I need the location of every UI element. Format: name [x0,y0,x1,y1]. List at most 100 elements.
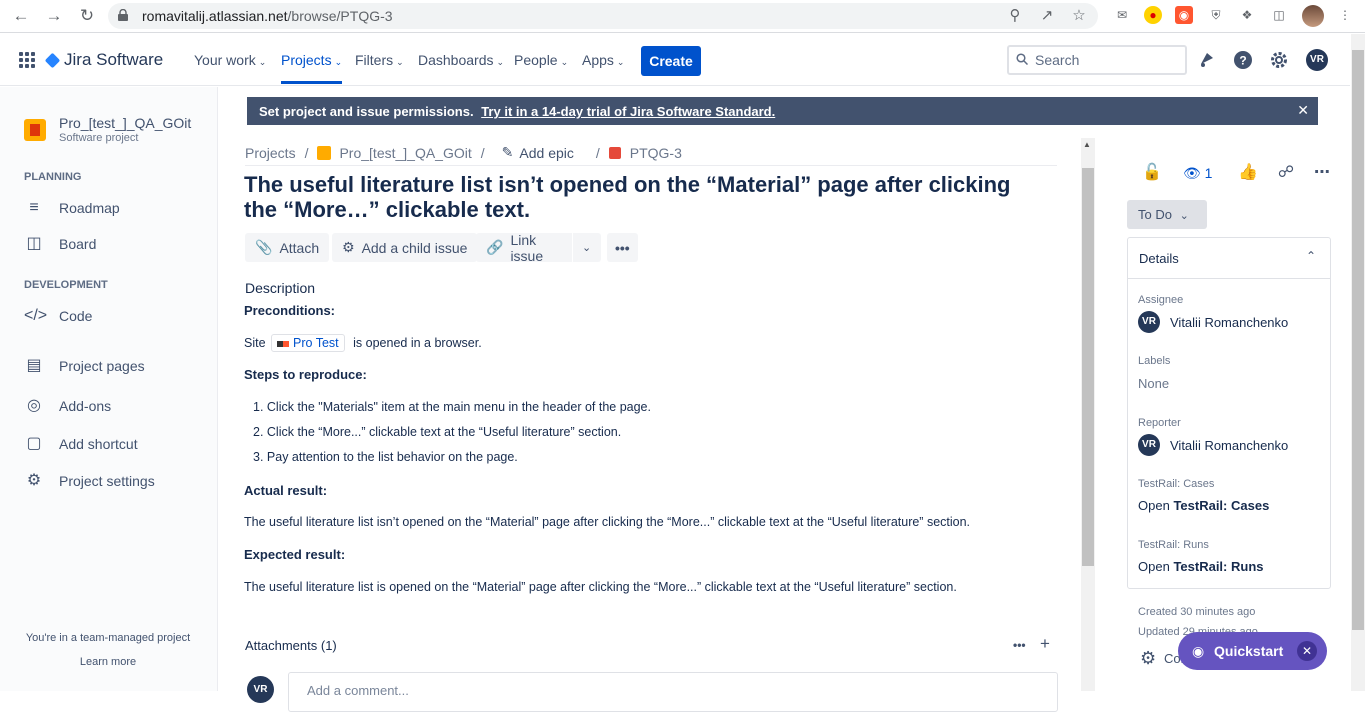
jira-logo[interactable]: Jira Software [44,50,163,70]
steps-label: Steps to reproduce: [244,367,367,382]
chevron-down-icon: ⌄ [582,242,592,254]
zoom-icon[interactable]: ⚲ [1006,7,1024,25]
site-link[interactable]: Pro Test [271,334,345,352]
chevron-down-icon: ⌄ [560,57,569,67]
preconditions-label: Preconditions: [244,303,336,318]
nav-people[interactable]: People ⌄ [514,52,568,68]
comment-input[interactable]: Add a comment... [288,672,1058,712]
mail-extension-icon[interactable]: ✉ [1113,6,1131,24]
sidebar-item-board[interactable]: ◫ Board [24,232,96,256]
more-dots-icon[interactable]: ••• [1013,638,1026,652]
actual-result-label: Actual result: [244,483,328,498]
add-epic-button[interactable]: Add epic [519,145,573,161]
team-managed-text: You're in a team-managed project [25,632,191,644]
sidebar-item-project-settings[interactable]: ⚙ Project settings [24,469,155,493]
nav-dashboards[interactable]: Dashboards ⌄ [418,52,504,68]
learn-more-link[interactable]: Learn more [0,656,216,668]
details-header[interactable]: Details ⌃ [1128,238,1330,279]
project-name[interactable]: Pro_[test_]_QA_GOit [59,115,191,131]
scroll-up-icon[interactable]: ▲ [1083,140,1091,149]
sidebar-item-addons[interactable]: ◎ Add-ons [24,394,111,418]
search-input[interactable]: Search [1007,45,1187,75]
settings-gear-icon: ⚙ [26,472,42,489]
star-icon[interactable]: ☆ [1070,7,1088,25]
sidebar-item-add-shortcut[interactable]: ▢ Add shortcut [24,432,137,456]
svg-text:?: ? [1239,54,1246,68]
close-icon[interactable]: ✕ [1297,641,1317,661]
testrail-cases-link[interactable]: Open TestRail: Cases [1138,498,1269,513]
record-extension-icon[interactable]: ◉ [1175,6,1193,24]
status-dropdown[interactable]: To Do ⌄ [1127,200,1207,229]
content-scroll-thumb[interactable] [1082,168,1094,566]
expected-result-label: Expected result: [244,547,346,562]
top-navigation: Jira Software Your work ⌄ Projects ⌄ Filte… [0,34,1350,86]
testrail-runs-link[interactable]: Open TestRail: Runs [1138,559,1264,574]
help-icon[interactable]: ? [1233,50,1253,70]
share-icon[interactable]: ↗ [1038,7,1056,25]
testrail-cases-label: TestRail: Cases [1138,478,1215,490]
assignee-field[interactable]: VR Vitalii Romanchenko [1138,311,1288,333]
trial-link[interactable]: Try it in a 14-day trial of Jira Softwar… [481,104,775,119]
address-bar[interactable]: romavitalij.atlassian.net/browse/PTQG-3 … [108,3,1098,29]
chevron-down-icon: ⌄ [1179,210,1189,222]
page-scroll-thumb[interactable] [1352,50,1364,630]
search-icon [1016,53,1028,65]
extension-icon[interactable]: ● [1144,6,1162,24]
reporter-field[interactable]: VR Vitalii Romanchenko [1138,434,1288,456]
assignee-label: Assignee [1138,294,1184,306]
share-icon[interactable]: ☍ [1276,163,1296,183]
forward-icon[interactable]: → [44,6,64,26]
bug-icon [608,146,621,159]
planning-heading: PLANNING [24,171,82,183]
attach-button[interactable]: 📎 Attach [245,233,330,262]
description-label: Description [245,280,316,296]
nav-apps[interactable]: Apps ⌄ [582,52,624,68]
labels-field[interactable]: None [1138,376,1169,391]
add-attachment-icon[interactable]: + [1040,634,1050,654]
project-type: Software project [59,132,139,144]
menu-dots-icon[interactable]: ⋮ [1336,6,1354,24]
close-icon[interactable]: ✕ [1297,102,1309,119]
link-issue-dropdown[interactable]: ⌄ [573,233,601,262]
addons-icon: ◎ [27,397,41,414]
add-child-issue-button[interactable]: ⚙ Add a child issue [332,233,478,262]
nav-your-work[interactable]: Your work ⌄ [194,52,266,68]
user-avatar[interactable]: VR [1306,49,1328,71]
shield-extension-icon[interactable]: ⛨ [1207,6,1225,24]
breadcrumb-projects[interactable]: Projects [245,145,296,161]
development-heading: DEVELOPMENT [24,279,108,291]
breadcrumb-issue-key[interactable]: PTQG-3 [630,145,682,161]
created-timestamp: Created 30 minutes ago [1138,606,1256,618]
issue-title[interactable]: The useful literature list isn’t opened … [244,172,1044,222]
nav-projects[interactable]: Projects ⌄ [281,52,343,84]
back-icon[interactable]: ← [11,6,31,26]
reload-icon[interactable]: ↻ [77,6,97,26]
lock-icon[interactable]: 🔓 [1142,163,1162,183]
comment-avatar: VR [247,676,274,703]
watch-button[interactable]: 👁 1 [1183,163,1223,183]
app-switcher-icon[interactable] [19,52,35,68]
like-icon[interactable]: 👍 [1238,163,1258,183]
labels-label: Labels [1138,355,1171,367]
chevron-down-icon: ⌄ [396,57,404,67]
configure-gear-icon[interactable]: ⚙ [1140,648,1156,669]
breadcrumb-project[interactable]: Pro_[test_]_QA_GOit [339,145,471,161]
reporter-label: Reporter [1138,417,1181,429]
sidebar-item-project-pages[interactable]: ▤ Project pages [24,354,144,378]
notifications-icon[interactable] [1197,50,1217,70]
link-issue-button[interactable]: 🔗 Link issue [476,232,572,264]
nav-filters[interactable]: Filters ⌄ [355,52,404,68]
create-button[interactable]: Create [641,46,701,76]
sidepanel-icon[interactable]: ◫ [1270,6,1288,24]
settings-gear-icon[interactable] [1269,50,1289,70]
puzzle-icon[interactable]: ❖ [1238,6,1256,24]
quickstart-button[interactable]: ◉ Quickstart ✕ [1178,632,1327,670]
profile-avatar[interactable] [1302,5,1324,27]
chevron-down-icon: ⌄ [496,57,505,67]
lock-icon [118,9,128,21]
more-actions-button[interactable]: ••• [607,233,638,262]
sidebar-item-roadmap[interactable]: ≡ Roadmap [24,196,119,220]
more-dots-icon[interactable]: ⋯ [1312,163,1332,183]
sidebar-item-code[interactable]: </> Code [24,304,92,328]
project-avatar-icon [317,145,332,160]
